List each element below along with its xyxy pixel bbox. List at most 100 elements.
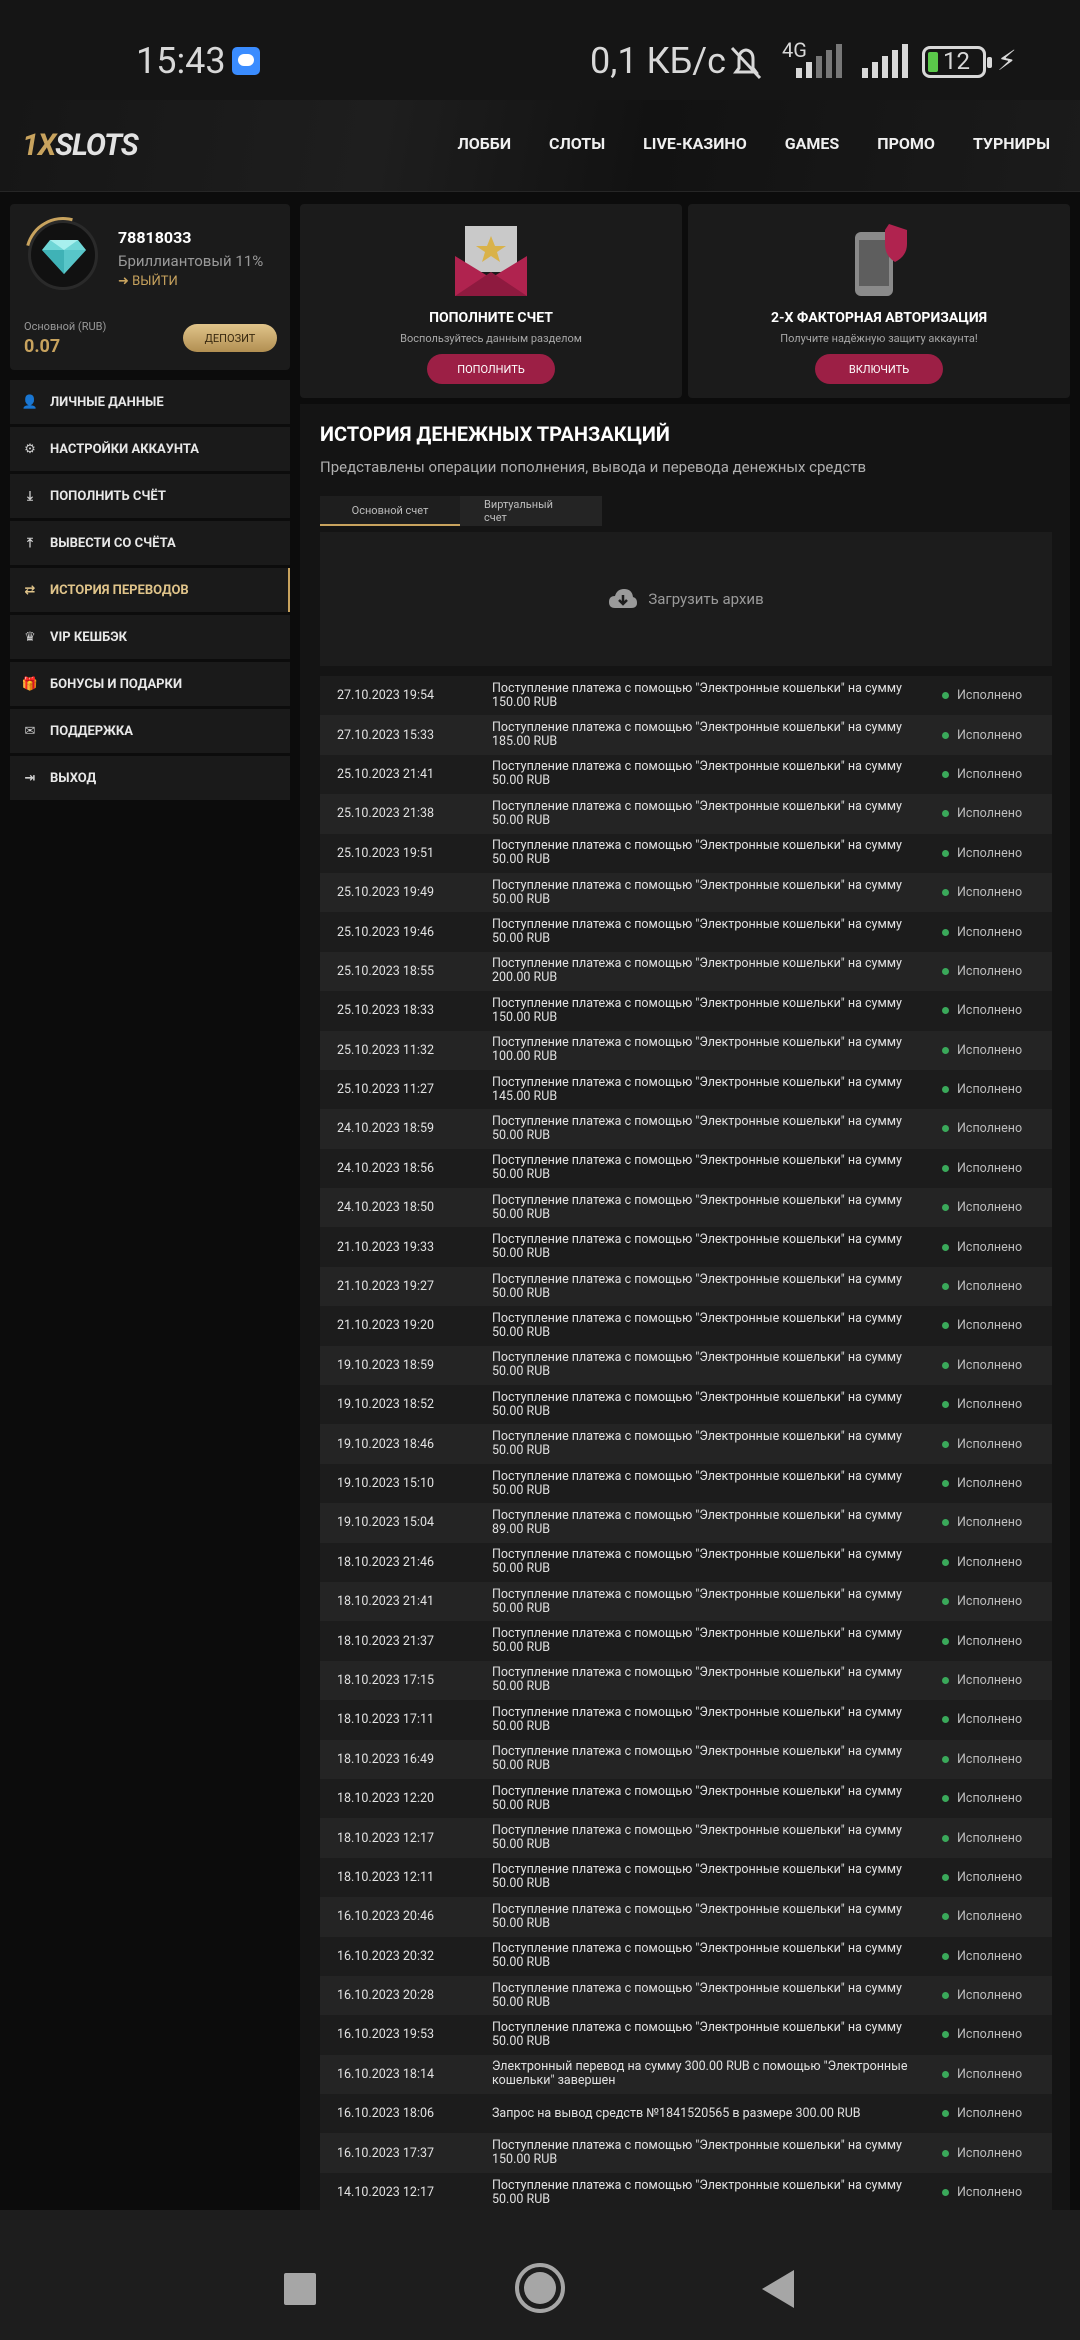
deposit-button[interactable]: ДЕПОЗИТ: [183, 324, 277, 352]
table-row: 25.10.2023 19:49 Поступление платежа с по…: [320, 872, 1052, 913]
status-dot-icon: [942, 2189, 949, 2197]
status-dot-icon: [942, 731, 949, 739]
status-dot-icon: [942, 1952, 949, 1960]
tx-date: 27.10.2023 15:33: [337, 727, 435, 743]
tx-date: 18.10.2023 17:11: [337, 1712, 435, 1728]
replenish-button[interactable]: ПОПОЛНИТЬ: [427, 354, 555, 384]
nav-promo[interactable]: ПРОМО: [877, 134, 935, 153]
status-dot-icon: [942, 1480, 949, 1487]
balance-value: 0.07: [24, 336, 61, 357]
tx-status: Исполнено: [940, 806, 1052, 821]
back-button[interactable]: [762, 2270, 794, 2308]
tab-main-account[interactable]: Основной счет: [320, 496, 460, 526]
tx-status: Исполнено: [940, 2067, 1052, 2082]
tx-date: 18.10.2023 21:37: [337, 1633, 435, 1649]
menu-personal-data[interactable]: 👤 ЛИЧНЫЕ ДАННЫЕ: [10, 380, 290, 424]
tx-status: Исполнено: [940, 1279, 1052, 1294]
tx-status-label: Исполнено: [957, 2027, 1023, 2043]
tx-status-label: Исполнено: [957, 1239, 1023, 1255]
menu-exit[interactable]: ⇥ ВЫХОД: [10, 756, 290, 800]
status-dot-icon: [942, 1992, 949, 2000]
tx-description: Поступление платежа с помощью "Электронн…: [492, 1586, 902, 1616]
main-nav: ЛОББИ СЛОТЫ LIVE-КАЗИНО GAMES ПРОМО ТУРН…: [457, 134, 1050, 153]
tx-status: Исполнено: [940, 1594, 1052, 1609]
table-row: 16.10.2023 20:28 Поступление платежа с по…: [320, 1975, 1052, 2016]
tx-description: Поступление платежа с помощью "Электронн…: [492, 1941, 902, 1971]
tx-description: Поступление платежа с помощью "Электронн…: [492, 1192, 902, 1222]
menu-withdraw[interactable]: ⤒ ВЫВЕСТИ СО СЧЁТА: [10, 521, 290, 565]
status-dot-icon: [942, 692, 949, 700]
sign-out-icon: ➜: [118, 274, 133, 289]
balance-label: Основной (RUB): [24, 320, 107, 333]
tx-status-label: Исполнено: [957, 1436, 1023, 1452]
tx-description: Электронный перевод на сумму 300.00 RUB …: [492, 2059, 908, 2089]
menu-support[interactable]: ✉ ПОДДЕРЖКА: [10, 709, 290, 753]
tx-date: 25.10.2023 18:33: [337, 1003, 435, 1019]
menu-transfer-history[interactable]: ⇄ ИСТОРИЯ ПЕРЕВОДОВ: [10, 568, 290, 612]
table-row: 25.10.2023 18:55 Поступление платежа с по…: [320, 951, 1052, 992]
tx-date: 19.10.2023 18:52: [337, 1397, 435, 1413]
tx-status-label: Исполнено: [957, 1751, 1023, 1767]
table-row: 24.10.2023 18:56 Поступление платежа с по…: [320, 1148, 1052, 1189]
tx-description: Поступление платежа с помощью "Электронн…: [492, 1429, 902, 1459]
status-dot-icon: [942, 1125, 949, 1133]
nav-live-casino[interactable]: LIVE-КАЗИНО: [643, 134, 747, 153]
tx-description: Поступление платежа с помощью "Электронн…: [492, 1468, 902, 1498]
status-dot-icon: [942, 810, 949, 818]
tx-status-label: Исполнено: [957, 1948, 1023, 1964]
menu-deposit[interactable]: ⤓ ПОПОЛНИТЬ СЧЁТ: [10, 474, 290, 518]
enable-2fa-button[interactable]: ВКЛЮЧИТЬ: [815, 354, 943, 384]
table-row: 18.10.2023 12:20 Поступление платежа с по…: [320, 1778, 1052, 1819]
nav-games[interactable]: GAMES: [785, 134, 840, 153]
tx-status-label: Исполнено: [957, 845, 1023, 861]
tx-description: Поступление платежа с помощью "Электронн…: [492, 1704, 902, 1734]
status-dot-icon: [942, 1086, 949, 1094]
tx-date: 14.10.2023 12:17: [337, 2185, 435, 2201]
tx-status-label: Исполнено: [957, 1712, 1023, 1728]
tx-date: 18.10.2023 21:46: [337, 1554, 435, 1570]
menu-account-settings[interactable]: ⚙ НАСТРОЙКИ АККАУНТА: [10, 427, 290, 471]
tx-date: 18.10.2023 17:15: [337, 1672, 435, 1688]
menu-vip-cashback[interactable]: ♛ VIP КЕШБЭК: [10, 615, 290, 659]
status-dot-icon: [942, 1873, 949, 1881]
table-row: 16.10.2023 20:46 Поступление платежа с по…: [320, 1897, 1052, 1937]
logout-link[interactable]: ➜ ВЫЙТИ: [118, 274, 178, 289]
tx-status: Исполнено: [940, 1318, 1052, 1333]
status-dot-icon: [942, 2149, 949, 2157]
tab-virtual-account[interactable]: Виртуальный счет: [460, 496, 602, 526]
tx-status: Исполнено: [940, 1161, 1052, 1176]
tx-description: Поступление платежа с помощью "Электронн…: [492, 917, 902, 947]
menu-bonuses[interactable]: 🎁 БОНУСЫ И ПОДАРКИ: [10, 662, 290, 706]
table-row: 21.10.2023 19:33 Поступление платежа с по…: [320, 1227, 1052, 1267]
tx-status: Исполнено: [940, 1673, 1052, 1688]
table-row: 25.10.2023 19:46 Поступление платежа с по…: [320, 912, 1052, 952]
recents-button[interactable]: [284, 2273, 316, 2305]
tx-description: Запрос на вывод средств №1841520565 в ра…: [492, 2105, 861, 2121]
tx-description: Поступление платежа с помощью "Электронн…: [492, 877, 902, 907]
tx-status-label: Исполнено: [957, 1121, 1023, 1137]
nav-slots[interactable]: СЛОТЫ: [549, 134, 605, 153]
nav-lobby[interactable]: ЛОББИ: [457, 134, 511, 153]
tx-description: Поступление платежа с помощью "Электронн…: [492, 1783, 902, 1813]
nav-tournaments[interactable]: ТУРНИРЫ: [973, 134, 1050, 153]
tx-status: Исполнено: [940, 1909, 1052, 1924]
tx-status: Исполнено: [940, 1555, 1052, 1570]
tx-status-label: Исполнено: [957, 1633, 1023, 1649]
tx-status: Исполнено: [940, 1358, 1052, 1373]
archive-label: Загрузить архив: [648, 590, 764, 608]
tx-status-label: Исполнено: [957, 727, 1023, 743]
tx-date: 25.10.2023 19:49: [337, 885, 435, 901]
table-row: 24.10.2023 18:59 Поступление платежа с по…: [320, 1109, 1052, 1149]
status-dot-icon: [942, 1204, 949, 1212]
tx-description: Поступление платежа с помощью "Электронн…: [492, 1744, 902, 1774]
tx-date: 16.10.2023 18:14: [337, 2066, 435, 2082]
page-subtitle: Представлены операции пополнения, вывода…: [320, 458, 867, 476]
logo[interactable]: 1XSLOTS: [22, 128, 139, 163]
download-archive-button[interactable]: Загрузить архив: [320, 532, 1052, 666]
diamond-icon: [42, 240, 86, 274]
table-row: 19.10.2023 18:52 Поступление платежа с по…: [320, 1385, 1052, 1425]
tx-date: 16.10.2023 19:53: [337, 2027, 435, 2043]
status-dot-icon: [942, 1716, 949, 1724]
status-dot-icon: [942, 967, 949, 975]
home-button[interactable]: [515, 2263, 565, 2313]
